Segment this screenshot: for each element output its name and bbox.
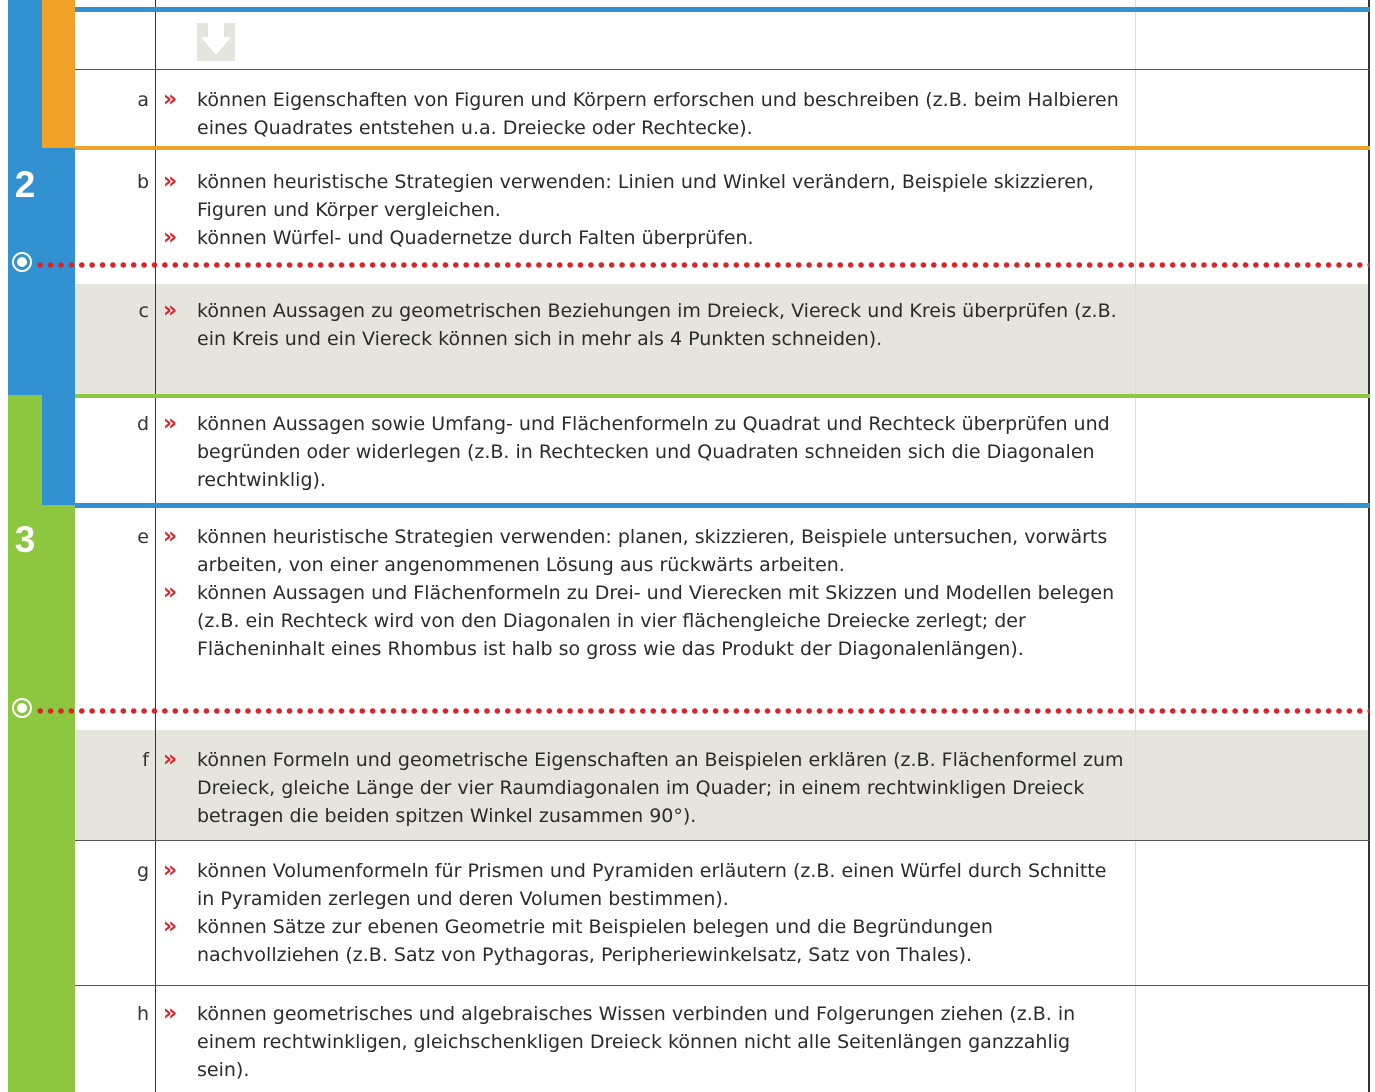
row-letter: c bbox=[138, 300, 149, 322]
list-item: » können geometrisches und algebraisches … bbox=[163, 1001, 1076, 1081]
separator-header bbox=[75, 69, 1370, 70]
column-divider-right bbox=[1368, 0, 1370, 1092]
separator-row bbox=[75, 840, 1370, 841]
separator-green bbox=[75, 394, 1370, 398]
list-item: » können Volumenformeln für Prismen und P… bbox=[163, 858, 1107, 966]
list-item: » können heuristische Strategien verwende… bbox=[163, 524, 1115, 660]
column-divider bbox=[155, 0, 156, 1092]
cycle-3-label: 3 bbox=[14, 519, 36, 560]
bullet-chevron-icon: » bbox=[163, 87, 178, 112]
bullet-chevron-icon: » bbox=[163, 411, 178, 436]
row-letter: d bbox=[136, 413, 149, 435]
cycle-band-blue-overlap bbox=[42, 395, 75, 505]
separator-blue bbox=[75, 503, 1370, 508]
row-letter: f bbox=[142, 749, 149, 771]
list-item: » können Formeln und geometrische Eigensc… bbox=[163, 747, 1124, 827]
separator-top-blue bbox=[75, 7, 1370, 12]
bullet-chevron-icon: » bbox=[163, 524, 178, 549]
column-divider-light bbox=[1135, 0, 1136, 1092]
row-letter: e bbox=[137, 526, 149, 548]
bullet-chevron-icon: » bbox=[163, 747, 178, 772]
bullet-chevron-icon: » bbox=[163, 225, 178, 250]
bullet-chevron-icon: » bbox=[163, 580, 178, 605]
bullet-chevron-icon: » bbox=[163, 169, 178, 194]
minimum-line-dotted bbox=[35, 262, 1370, 268]
row-letter: b bbox=[136, 171, 149, 193]
row-letter: g bbox=[136, 860, 149, 882]
row-letter: h bbox=[136, 1003, 149, 1025]
minimum-requirement-marker-icon bbox=[12, 252, 32, 272]
down-arrow-icon bbox=[197, 23, 235, 61]
minimum-requirement-marker-icon bbox=[12, 698, 32, 718]
separator-orange bbox=[75, 146, 1370, 150]
list-item: » können Eigenschaften von Figuren und Kö… bbox=[163, 87, 1119, 139]
cycle-2-label: 2 bbox=[14, 164, 36, 205]
list-item: » können heuristische Strategien verwende… bbox=[163, 169, 1095, 250]
bullet-chevron-icon: » bbox=[163, 914, 178, 939]
list-item: » können Aussagen zu geometrischen Bezieh… bbox=[163, 298, 1117, 350]
bullet-chevron-icon: » bbox=[163, 858, 178, 883]
bullet-chevron-icon: » bbox=[163, 298, 178, 323]
cycle-band-orange bbox=[42, 0, 75, 148]
separator-row bbox=[75, 985, 1370, 986]
bullet-chevron-icon: » bbox=[163, 1001, 178, 1026]
list-item: » können Aussagen sowie Umfang- und Fläch… bbox=[163, 411, 1110, 491]
row-letter: a bbox=[137, 89, 149, 111]
minimum-line-dotted bbox=[35, 708, 1370, 714]
